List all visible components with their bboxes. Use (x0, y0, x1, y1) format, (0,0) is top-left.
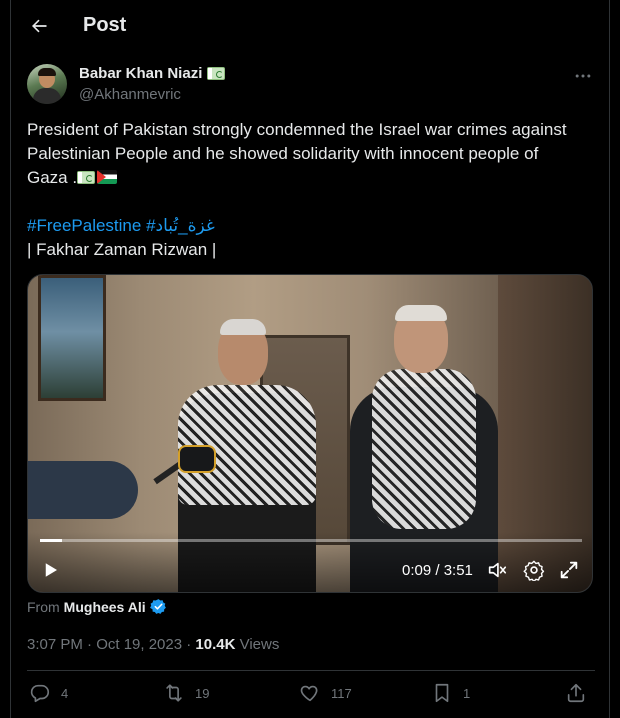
video-player[interactable]: 0:09 / 3:51 (27, 274, 593, 593)
post-header: Post (11, 0, 609, 52)
post-timestamp[interactable]: 3:07 PM · Oct 19, 2023 · (27, 636, 195, 653)
share-button[interactable] (565, 682, 587, 704)
video-time: 0:09 / 3:51 (402, 562, 473, 579)
like-icon (300, 685, 318, 702)
pakistan-flag-icon (77, 171, 96, 184)
tweet-text-line: Gaza . (27, 166, 597, 190)
back-arrow-icon[interactable] (25, 12, 53, 40)
repost-icon (166, 684, 182, 702)
verified-icon (149, 598, 167, 615)
tweet-text-line: Palestinian People and he showed solidar… (27, 144, 539, 163)
avatar[interactable] (27, 64, 67, 104)
action-bar: 4 19 117 1 (27, 680, 595, 708)
video-scene-microphone (178, 445, 216, 473)
repost-button[interactable]: 19 (163, 682, 209, 704)
source-label: From (27, 598, 60, 615)
pakistan-flag-icon (207, 67, 226, 80)
tweet-text-line: President of Pakistan strongly condemned… (27, 120, 567, 139)
author-handle[interactable]: @Akhanmevric (79, 86, 181, 103)
video-scene-hair (220, 319, 266, 335)
tweet-credit: | Fakhar Zaman Rizwan | (27, 240, 217, 259)
share-icon (567, 683, 585, 703)
author-name-row: Babar Khan Niazi (79, 65, 226, 82)
tweet-text: President of Pakistan strongly condemned… (27, 118, 597, 262)
video-scene-arm (28, 461, 138, 519)
reply-icon (30, 684, 50, 703)
divider (27, 670, 595, 671)
bookmark-count: 1 (463, 685, 471, 701)
video-scene-painting (38, 275, 106, 401)
video-controls: 0:09 / 3:51 (28, 555, 592, 585)
more-icon[interactable] (573, 66, 593, 91)
settings-icon[interactable] (523, 559, 545, 583)
fullscreen-icon[interactable] (558, 559, 580, 581)
author-display-name[interactable]: Babar Khan Niazi (79, 65, 202, 82)
video-source: From Mughees Ali (27, 598, 167, 615)
views-label: Views (235, 636, 280, 653)
video-progress-bar[interactable] (40, 539, 582, 542)
like-button[interactable]: 117 (299, 682, 352, 704)
page-title: Post (83, 14, 127, 36)
like-count: 117 (331, 685, 352, 701)
repost-count: 19 (195, 685, 210, 701)
palestine-flag-icon (97, 170, 118, 184)
volume-icon[interactable] (486, 559, 508, 581)
reply-count: 4 (61, 685, 69, 701)
video-progress-fill (40, 539, 62, 542)
video-scene-hair (395, 305, 447, 321)
bookmark-button[interactable]: 1 (431, 682, 470, 704)
post-meta: 3:07 PM · Oct 19, 2023 · 10.4K Views (27, 636, 279, 653)
source-name[interactable]: Mughees Ali (64, 599, 146, 615)
post-column: Post Babar Khan Niazi @Akhanmevric Presi… (10, 0, 610, 718)
reply-button[interactable]: 4 (29, 682, 68, 704)
bookmark-icon (435, 683, 449, 703)
views-count: 10.4K (195, 636, 236, 653)
video-scene-scarf (372, 369, 476, 529)
hashtag-link[interactable]: #FreePalestine #غزة_تُباد (27, 214, 597, 238)
play-icon[interactable] (42, 561, 60, 579)
tweet-text-gaza: Gaza . (27, 168, 78, 187)
